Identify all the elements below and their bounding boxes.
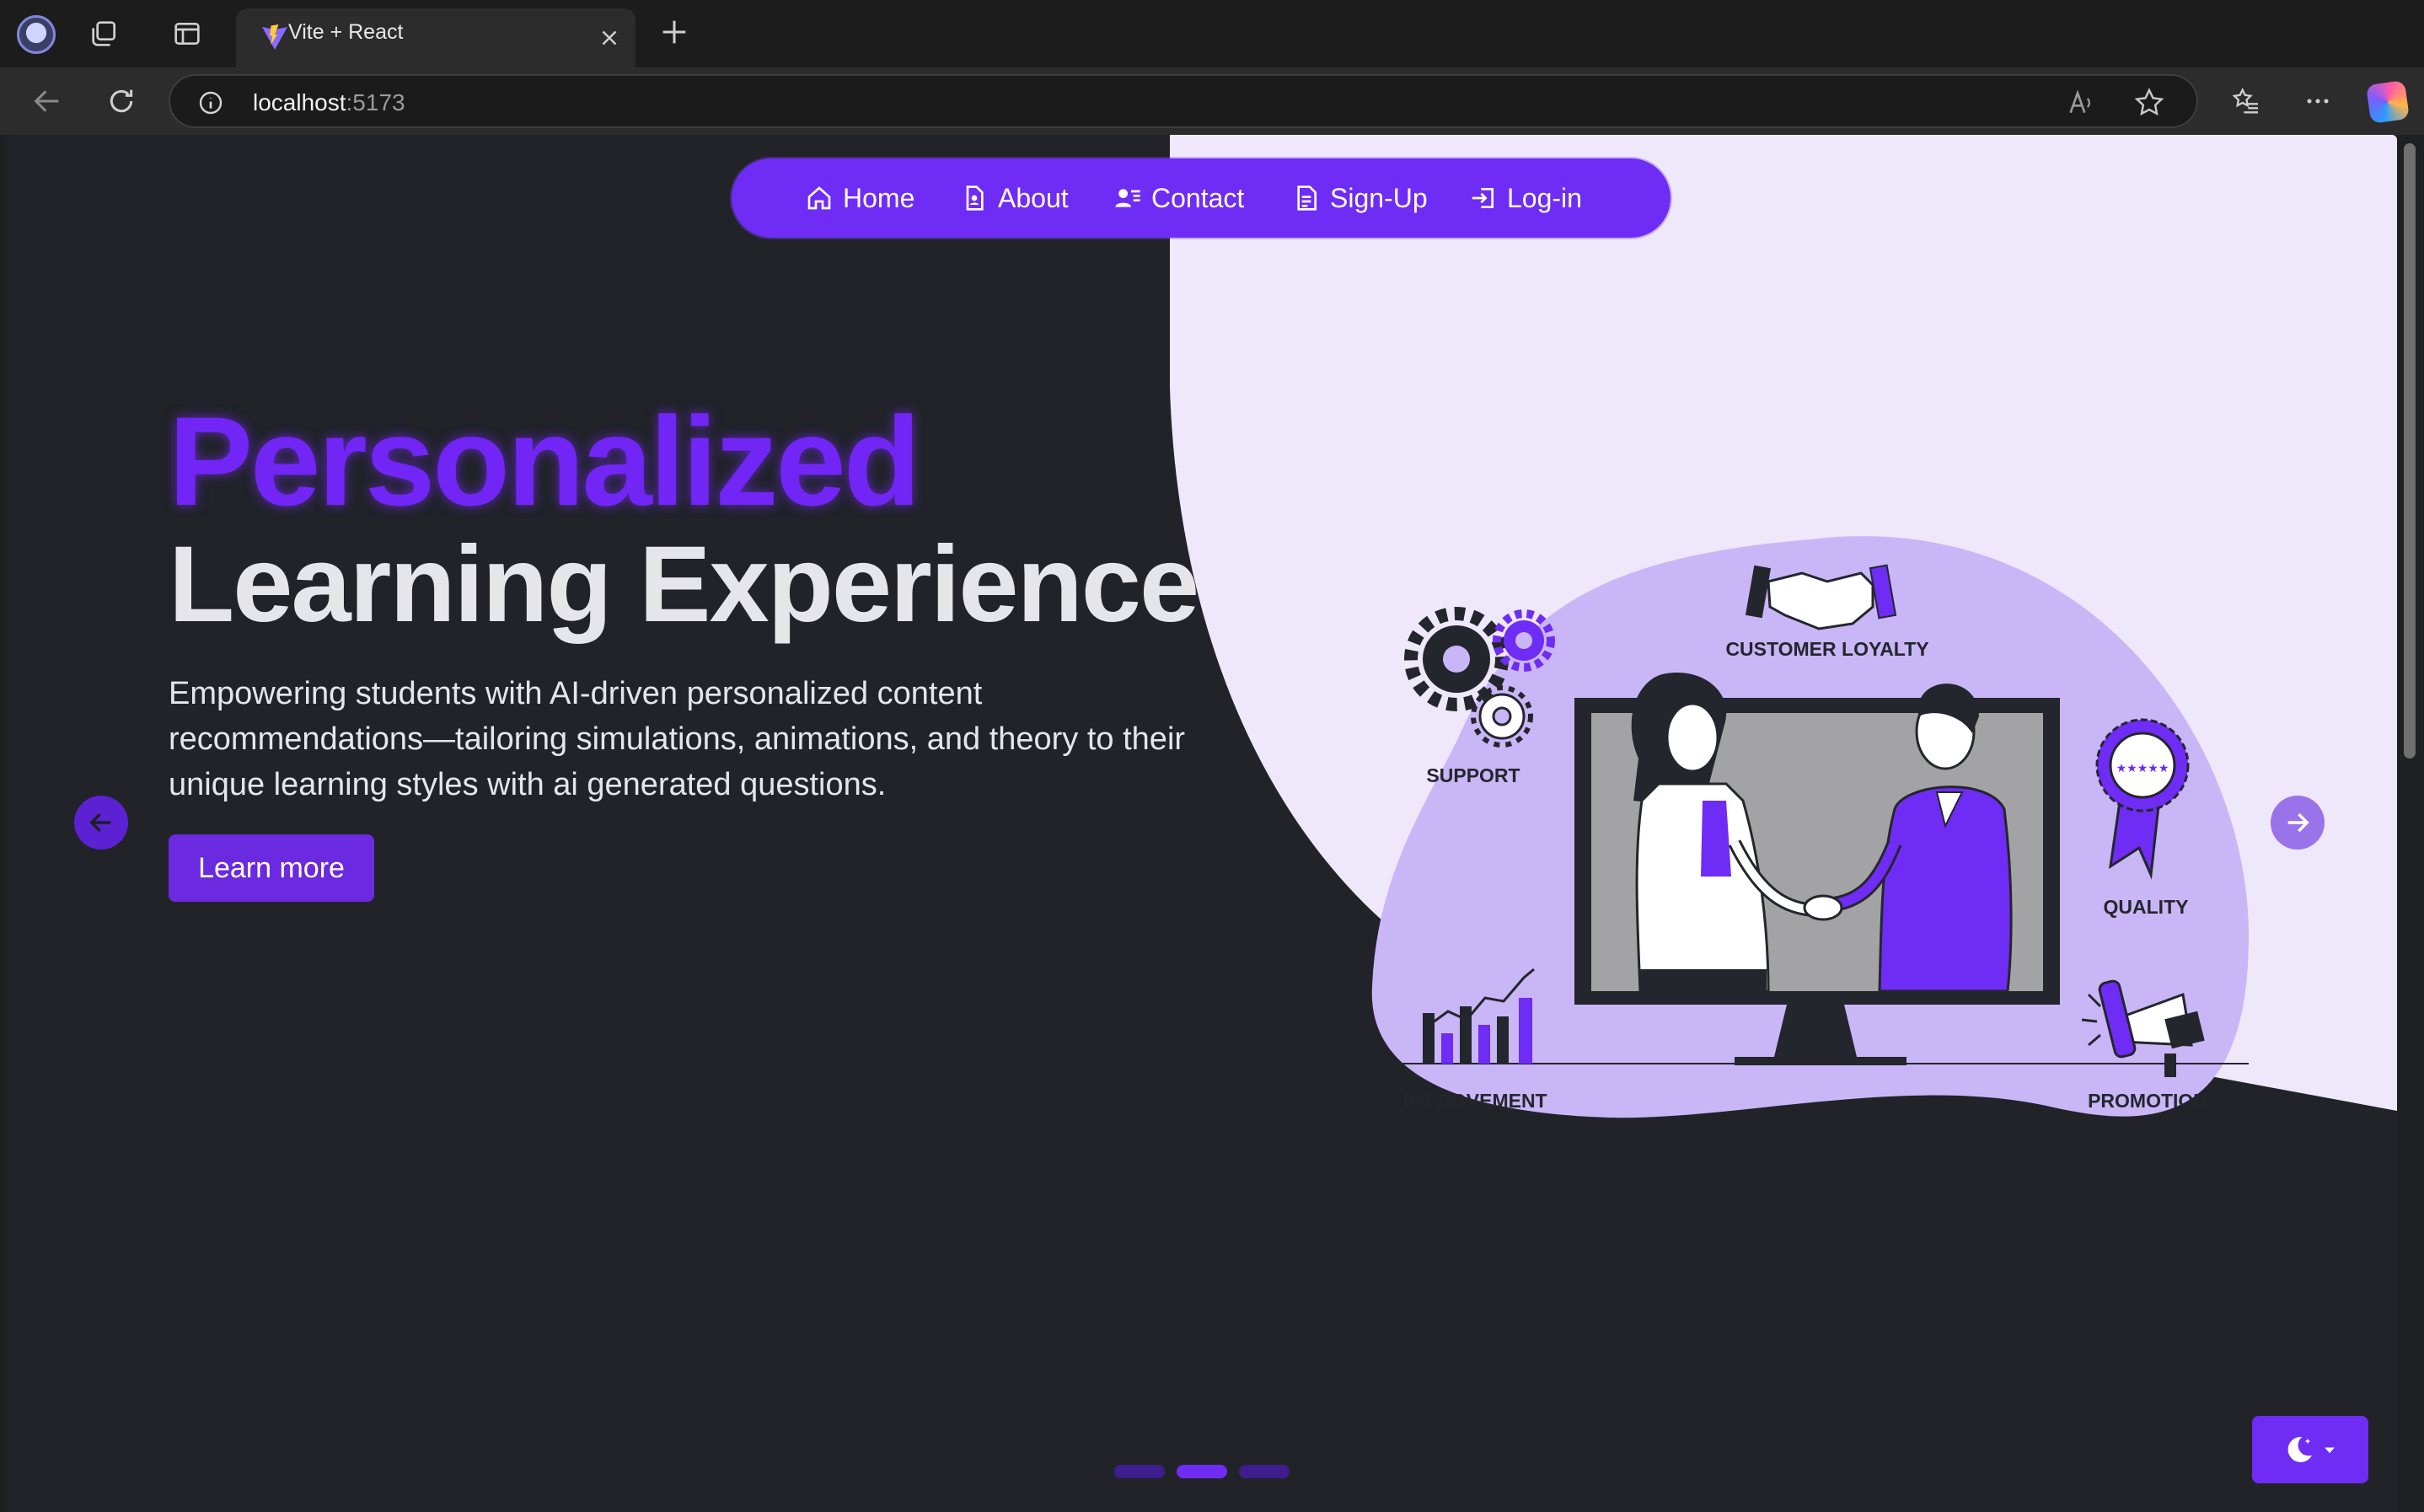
signup-document-icon [1297, 185, 1317, 211]
tab-actions-icon[interactable] [170, 17, 204, 51]
profile-avatar[interactable] [17, 15, 56, 54]
back-icon[interactable] [30, 84, 64, 118]
carousel-prev-button[interactable] [74, 796, 128, 850]
nav-login-label: Log-in [1507, 182, 1582, 213]
nav-signup-label: Sign-Up [1330, 182, 1428, 213]
favorites-list-icon[interactable] [2228, 84, 2262, 118]
hero-description: Empowering students with AI-driven perso… [169, 676, 1186, 802]
quality-badge-stars: ★★★★★ [2116, 762, 2169, 775]
close-tab-icon[interactable] [597, 25, 622, 51]
favorite-star-icon[interactable] [2132, 86, 2166, 120]
nav-about[interactable]: About [961, 180, 1069, 217]
page-content: CUSTOMER LOYALTY SUPPORT ★★★★★ QUALITY I… [7, 135, 2397, 1512]
customer-loyalty-label: CUSTOMER LOYALTY [1725, 638, 1928, 660]
nav-home[interactable]: Home [806, 180, 914, 217]
browser-toolbar: localhost:5173 [0, 67, 2424, 135]
nav-contact[interactable]: Contact [1114, 180, 1244, 217]
arrow-right-icon [2287, 812, 2309, 833]
main-navbar: Home About Contact Sign-Up Log-in [732, 158, 1671, 238]
home-icon [807, 186, 831, 210]
moon-stars-icon [2287, 1436, 2312, 1462]
site-info-icon[interactable] [197, 89, 224, 116]
carousel-indicators [1114, 1465, 1290, 1478]
read-aloud-icon[interactable] [2065, 86, 2099, 120]
hero-title: Personalized [169, 390, 920, 532]
nav-home-label: Home [843, 182, 915, 213]
chevron-down-icon [2325, 1447, 2335, 1454]
nav-about-label: About [998, 182, 1069, 213]
promotion-label: PROMOTION [2088, 1090, 2207, 1112]
active-tab[interactable]: Vite + React [236, 8, 635, 67]
carousel-next-button[interactable] [2271, 796, 2325, 850]
tab-title: Vite + React [288, 20, 404, 44]
hero-illustration: CUSTOMER LOYALTY SUPPORT ★★★★★ QUALITY I… [1170, 135, 2397, 1118]
more-options-icon[interactable] [2301, 84, 2335, 118]
learn-more-button[interactable]: Learn more [169, 834, 374, 902]
nav-contact-label: Contact [1151, 182, 1245, 213]
nav-login[interactable]: Log-in [1470, 180, 1582, 217]
support-label: SUPPORT [1426, 764, 1520, 786]
address-bar[interactable]: localhost:5173 [169, 74, 2198, 128]
arrow-left-icon [89, 812, 111, 833]
hero-subtitle: Learning Experience [169, 524, 1199, 645]
url-text: localhost:5173 [253, 89, 405, 115]
improvement-label: IMPROVEMENT [1402, 1090, 1547, 1112]
carousel-indicator-2[interactable] [1177, 1465, 1227, 1478]
scrollbar-thumb[interactable] [2404, 143, 2416, 759]
about-document-icon [966, 185, 984, 211]
refresh-icon[interactable] [105, 84, 138, 118]
page-scrollbar[interactable] [2397, 135, 2424, 1512]
new-tab-icon[interactable] [657, 15, 691, 49]
theme-toggle-button[interactable] [2252, 1416, 2368, 1483]
nav-signup[interactable]: Sign-Up [1293, 180, 1428, 217]
copilot-icon[interactable] [2366, 80, 2410, 124]
login-icon [1472, 188, 1494, 208]
quality-label: QUALITY [2104, 896, 2189, 918]
tab-bar: Vite + React [0, 0, 2424, 67]
vite-logo-icon [262, 24, 287, 50]
workspaces-icon[interactable] [88, 17, 121, 51]
carousel-indicator-3[interactable] [1239, 1465, 1290, 1478]
carousel-indicator-1[interactable] [1114, 1465, 1165, 1478]
browser-window: Vite + React localhost:5173 CUSTOMER LOY… [0, 0, 2424, 1512]
contact-icon [1115, 189, 1140, 207]
